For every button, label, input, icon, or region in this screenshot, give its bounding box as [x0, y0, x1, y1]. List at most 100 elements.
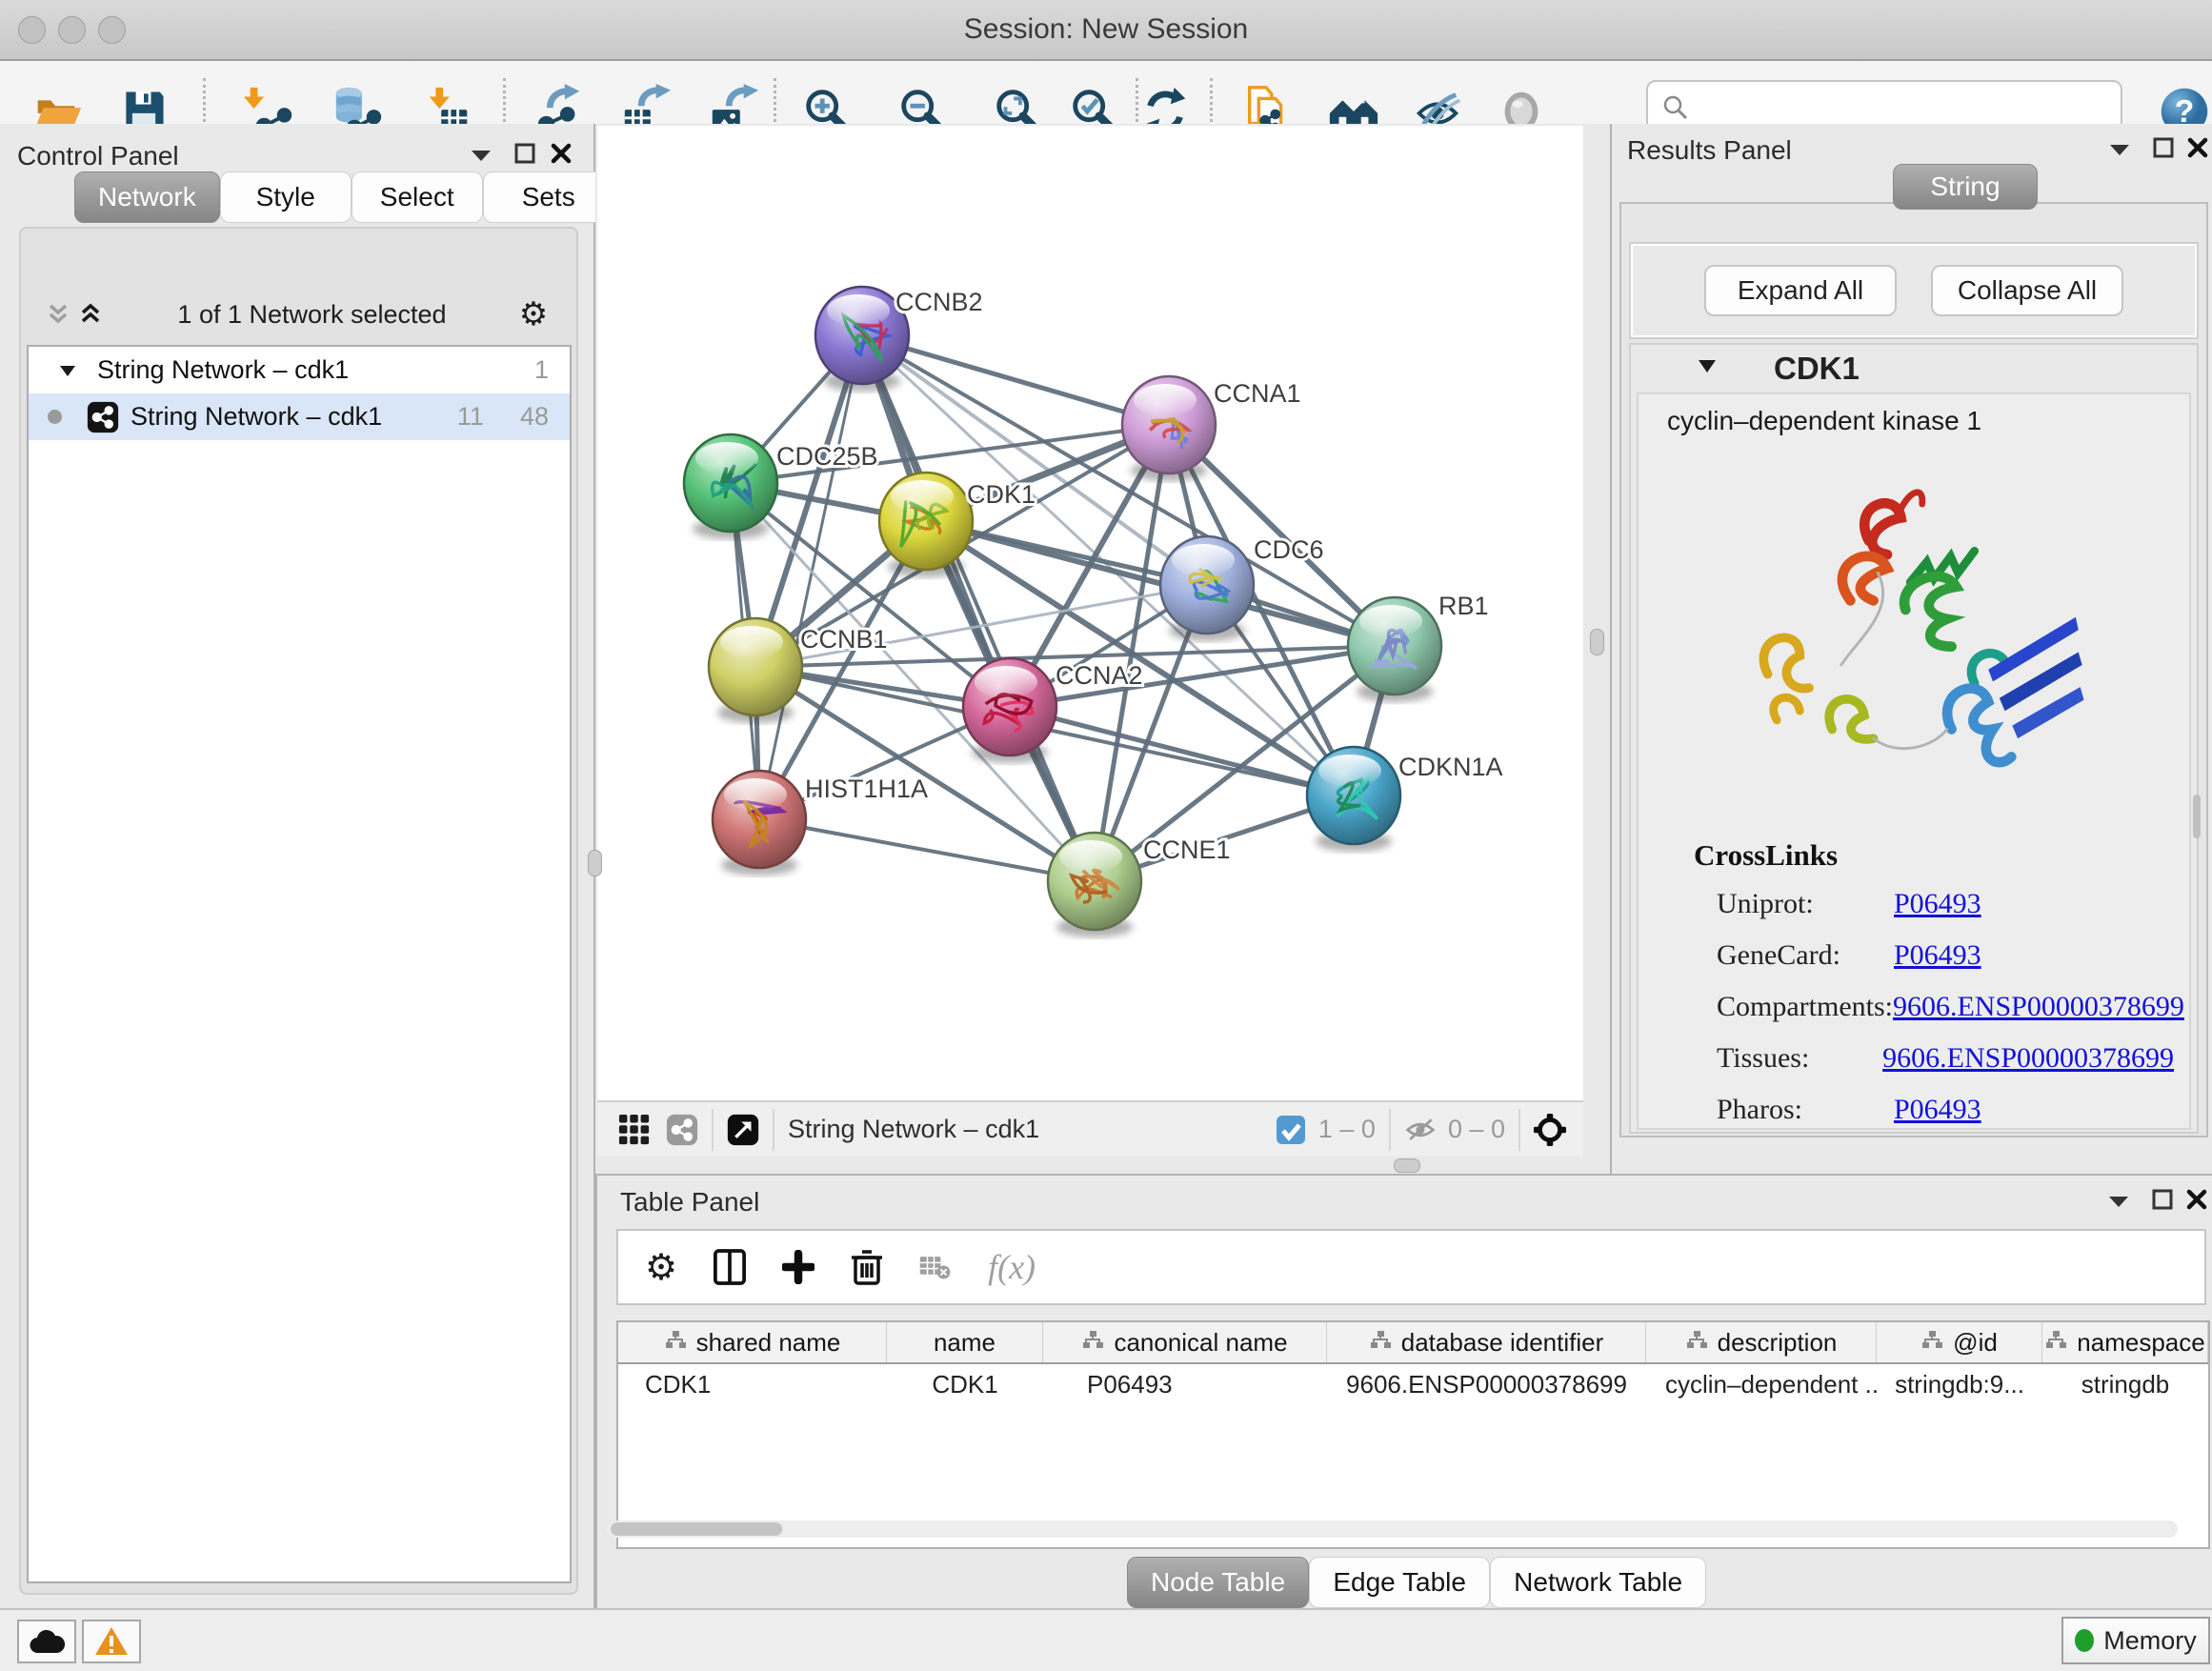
- cell-namespace[interactable]: stringdb: [2042, 1370, 2208, 1399]
- node-CDKN1A[interactable]: [1307, 747, 1400, 852]
- expand-all-button[interactable]: Expand All: [1704, 265, 1897, 316]
- crosslink-link[interactable]: 9606.ENSP00000378699: [1882, 1042, 2174, 1075]
- cell-shared-name[interactable]: CDK1: [618, 1370, 887, 1399]
- network-canvas[interactable]: CCNB2CCNA1CDC25BCDK1CDC6RB1CCNB1CCNA2CDK…: [597, 126, 1583, 1100]
- node-table: shared name name canonical namedatabase id…: [616, 1320, 2210, 1549]
- window-title: Session: New Session: [0, 13, 2212, 46]
- horizontal-splitter[interactable]: [595, 1157, 1583, 1174]
- collapse-all-networks-icon[interactable]: [42, 300, 74, 329]
- column-header-@id[interactable]: @id: [1877, 1322, 2042, 1362]
- cell-description[interactable]: cyclin–dependent ...: [1646, 1370, 1877, 1399]
- column-header-name[interactable]: name: [887, 1322, 1043, 1362]
- vertical-splitter[interactable]: [1583, 124, 1610, 1155]
- cell-canonical-name[interactable]: P06493: [1043, 1370, 1327, 1399]
- close-panel-icon[interactable]: [2182, 133, 2212, 162]
- string-results-container: Expand All Collapse All CDK1 cyclin–depe…: [1619, 202, 2208, 1137]
- gear-icon[interactable]: ⚙: [517, 300, 550, 329]
- selected-count: 1 – 0: [1318, 1115, 1376, 1144]
- column-header-shared-name[interactable]: shared name: [618, 1322, 887, 1362]
- node-CDC25B[interactable]: [684, 434, 777, 539]
- node-RB1[interactable]: [1348, 597, 1441, 702]
- column-header-namespace[interactable]: namespace: [2042, 1322, 2208, 1362]
- node-label-CCNB1: CCNB1: [800, 625, 888, 654]
- memory-button[interactable]: Memory: [2061, 1617, 2210, 1664]
- hidden-count: 0 – 0: [1448, 1115, 1505, 1144]
- node-CCNE1[interactable]: [1048, 833, 1141, 937]
- tab-network[interactable]: Network: [74, 171, 220, 223]
- table-horizontal-scrollbar[interactable]: [607, 1520, 2178, 1538]
- network-graph[interactable]: CCNB2CCNA1CDC25BCDK1CDC6RB1CCNB1CCNA2CDK…: [597, 126, 1583, 1100]
- tab-network-table[interactable]: Network Table: [1490, 1557, 1706, 1608]
- toolbar-separator: [712, 1109, 714, 1151]
- node-result-section: CDK1 cyclin–dependent kinase 1: [1629, 343, 2199, 1134]
- node-CCNA1[interactable]: [1122, 376, 1216, 481]
- float-panel-icon[interactable]: [509, 139, 541, 168]
- node-label-CDKN1A: CDKN1A: [1398, 753, 1503, 781]
- panel-menu-icon[interactable]: [465, 141, 497, 170]
- cell-name[interactable]: CDK1: [887, 1370, 1043, 1399]
- show-columns-icon[interactable]: [714, 1253, 746, 1281]
- control-panel: Control Panel NetworkStyleSelectSets 1 o…: [0, 124, 595, 1608]
- tab-node-table[interactable]: Node Table: [1127, 1557, 1309, 1608]
- tab-edge-table[interactable]: Edge Table: [1309, 1557, 1490, 1608]
- network-view-share-icon[interactable]: [666, 1116, 698, 1144]
- selected-checkbox-icon[interactable]: [1275, 1116, 1307, 1144]
- network-row-selected[interactable]: String Network – cdk1 11 48: [29, 393, 570, 440]
- results-scrollbar-thumb[interactable]: [2193, 795, 2201, 838]
- section-expander-icon[interactable]: [1698, 358, 1717, 378]
- crosslink-row: Pharos:P06493: [1717, 1084, 2174, 1136]
- hidden-eye-icon[interactable]: [1404, 1116, 1437, 1144]
- toolbar-separator: [1389, 1109, 1391, 1151]
- tab-select[interactable]: Select: [352, 171, 483, 223]
- column-type-icon: [1369, 1328, 1392, 1358]
- node-CCNA2[interactable]: [963, 658, 1056, 763]
- warnings-button[interactable]: [82, 1620, 141, 1663]
- collapse-all-button[interactable]: Collapse All: [1931, 265, 2123, 316]
- cloud-button[interactable]: [17, 1620, 76, 1663]
- close-panel-icon[interactable]: [545, 139, 577, 168]
- float-panel-icon[interactable]: [2146, 1185, 2179, 1214]
- crosslink-link[interactable]: P06493: [1894, 1094, 1981, 1126]
- table-panel: Table Panel ⚙ f(x) s: [595, 1174, 2212, 1610]
- column-header-database-identifier[interactable]: database identifier: [1327, 1322, 1646, 1362]
- network-collection-row[interactable]: String Network – cdk1 1: [29, 347, 570, 393]
- table-settings-gear-icon[interactable]: ⚙: [645, 1246, 677, 1289]
- column-header-canonical-name[interactable]: canonical name: [1043, 1322, 1327, 1362]
- node-HIST1H1A[interactable]: [713, 771, 806, 876]
- splitter-handle[interactable]: [1590, 629, 1604, 655]
- tab-style[interactable]: Style: [220, 171, 352, 223]
- panel-menu-icon[interactable]: [2102, 1187, 2135, 1216]
- cell-database-identifier[interactable]: 9606.ENSP00000378699: [1327, 1370, 1646, 1399]
- cell-@id[interactable]: stringdb:9...: [1877, 1370, 2042, 1399]
- panel-menu-icon[interactable]: [2103, 135, 2136, 164]
- tab-string[interactable]: String: [1893, 164, 2038, 210]
- title-bar: Session: New Session: [0, 0, 2212, 61]
- delete-column-trash-icon[interactable]: [851, 1253, 883, 1281]
- node-CCNB1[interactable]: [709, 618, 802, 723]
- table-row[interactable]: CDK1CDK1P064939606.ENSP00000378699cyclin…: [618, 1364, 2208, 1404]
- expand-all-networks-icon[interactable]: [74, 300, 107, 329]
- tab-sets[interactable]: Sets: [483, 171, 614, 223]
- node-CDK1[interactable]: [879, 473, 973, 577]
- crosslink-link[interactable]: 9606.ENSP00000378699: [1893, 991, 2184, 1023]
- memory-label: Memory: [2103, 1626, 2197, 1656]
- float-panel-icon[interactable]: [2147, 133, 2180, 162]
- crosslink-link[interactable]: P06493: [1894, 888, 1981, 920]
- collection-expander-icon[interactable]: [51, 356, 84, 385]
- column-header-description[interactable]: description: [1646, 1322, 1877, 1362]
- search-input[interactable]: [1690, 92, 2094, 124]
- scrollbar-thumb[interactable]: [611, 1522, 782, 1536]
- crosslink-link[interactable]: P06493: [1894, 939, 1981, 972]
- detach-view-icon[interactable]: [727, 1116, 759, 1144]
- column-label: shared name: [696, 1328, 841, 1358]
- close-panel-icon[interactable]: [2181, 1185, 2212, 1214]
- node-CDC6[interactable]: [1160, 536, 1254, 641]
- column-label: name: [934, 1328, 995, 1358]
- crosshair-icon[interactable]: [1534, 1116, 1566, 1144]
- table-toolbar: ⚙ f(x): [616, 1229, 2206, 1305]
- memory-status-dot: [2075, 1629, 2094, 1652]
- add-column-icon[interactable]: [782, 1253, 814, 1281]
- left-splitter-handle[interactable]: [588, 850, 602, 876]
- grid-view-icon[interactable]: [618, 1116, 651, 1144]
- splitter-handle[interactable]: [1394, 1158, 1420, 1173]
